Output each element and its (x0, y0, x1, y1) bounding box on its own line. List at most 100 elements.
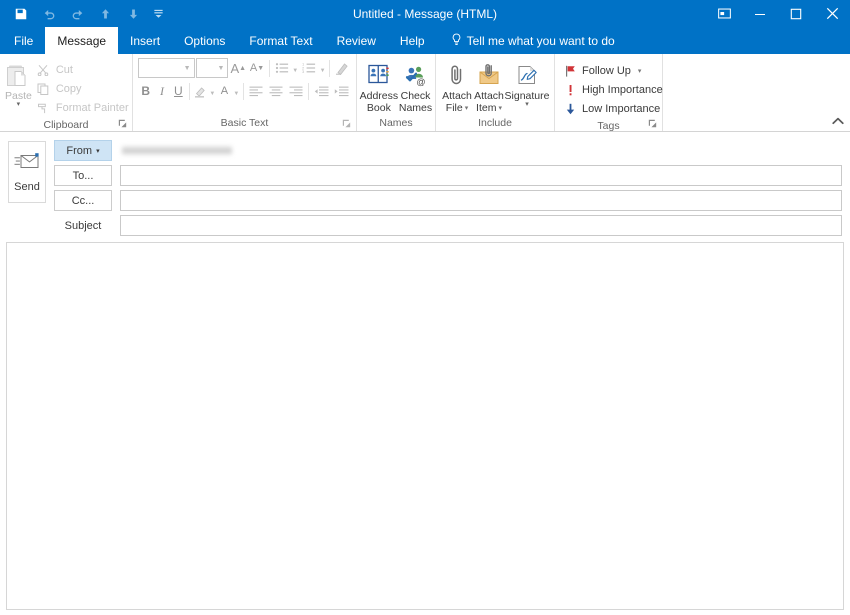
align-left-icon[interactable] (246, 81, 265, 101)
bullets-chevron-down-icon[interactable]: ▼ (291, 58, 299, 78)
address-book-label-1: Address (359, 90, 399, 102)
exclamation-icon (564, 84, 576, 96)
format-painter-button[interactable]: Format Painter (32, 98, 133, 117)
ribbon-group-tags: Follow Up ▾ High Importance Low Importan… (555, 54, 663, 132)
clear-formatting-icon[interactable] (333, 58, 351, 78)
tab-help[interactable]: Help (388, 27, 437, 54)
previous-item-icon[interactable] (92, 3, 118, 25)
svg-text:3: 3 (302, 69, 305, 74)
clipboard-commands: Cut Copy Format Painter (32, 58, 133, 117)
font-size-combobox[interactable]: ▼ (195, 58, 229, 78)
italic-button[interactable]: I (154, 81, 169, 101)
tell-me-label: Tell me what you want to do (466, 33, 615, 48)
attach-file-button[interactable]: Attach File ▾ (441, 58, 473, 114)
ribbon-display-options-icon[interactable] (706, 0, 742, 27)
title-bar: Untitled - Message (HTML) (0, 0, 850, 27)
ribbon: Paste ▾ Cut Copy Format Painter Clipboar… (0, 54, 850, 132)
to-label: To... (72, 169, 94, 182)
bullets-icon[interactable] (273, 58, 291, 78)
minimize-icon[interactable] (742, 0, 778, 27)
message-body-editor[interactable] (6, 242, 844, 610)
bold-button[interactable]: B (138, 81, 153, 101)
highlight-chevron-down-icon[interactable]: ▼ (209, 81, 216, 101)
attach-item-label-2: Item ▾ (476, 102, 502, 114)
tab-format-text[interactable]: Format Text (237, 27, 324, 54)
follow-up-label: Follow Up (582, 64, 631, 77)
from-button[interactable]: From ▾ (54, 140, 112, 161)
grow-font-button[interactable]: A ▲ (229, 58, 247, 78)
font-name-combobox[interactable]: ▼ (138, 58, 195, 78)
down-arrow-icon (564, 103, 576, 115)
tab-file[interactable]: File (2, 27, 45, 54)
numbering-icon[interactable]: 123 (300, 58, 318, 78)
ribbon-group-basic-text: ▼ ▼ A ▲ A ▼ ▼ 123 ▼ B I U ▼ A ▼ Basic Te… (133, 54, 357, 131)
from-row: From ▾ (54, 140, 842, 161)
lightbulb-icon (451, 33, 462, 49)
attach-item-button[interactable]: Attach Item ▾ (473, 58, 505, 114)
low-importance-button[interactable]: Low Importance (564, 99, 663, 118)
subject-input[interactable] (120, 215, 842, 236)
tab-review[interactable]: Review (325, 27, 388, 54)
high-importance-button[interactable]: High Importance (564, 80, 663, 99)
cut-button[interactable]: Cut (32, 60, 133, 79)
attach-file-caret[interactable]: ▾ (465, 103, 469, 114)
tags-group-label: Tags (597, 120, 620, 132)
collapse-ribbon-icon[interactable] (832, 117, 844, 128)
next-item-icon[interactable] (120, 3, 146, 25)
cc-row: Cc... (54, 190, 842, 211)
tell-me-search[interactable]: Tell me what you want to do (437, 27, 625, 54)
svg-text:@: @ (416, 77, 425, 87)
to-input[interactable] (120, 165, 842, 186)
send-envelope-icon (14, 152, 40, 176)
signature-caret[interactable]: ▾ (525, 101, 529, 108)
font-color-chevron-down-icon[interactable]: ▼ (233, 81, 240, 101)
check-names-button[interactable]: @ Check Names (399, 58, 432, 114)
check-names-label-2: Names (398, 102, 433, 114)
align-right-icon[interactable] (286, 81, 305, 101)
save-icon[interactable] (8, 3, 34, 25)
underline-button[interactable]: U (171, 81, 186, 101)
paperclip-icon (446, 60, 468, 90)
shrink-font-button[interactable]: A ▼ (248, 58, 266, 78)
decrease-indent-icon[interactable] (312, 81, 331, 101)
increase-indent-icon[interactable] (332, 81, 351, 101)
copy-icon (36, 83, 51, 95)
paste-button[interactable]: Paste ▾ (5, 58, 32, 108)
signature-button[interactable]: Signature ▾ (505, 58, 549, 108)
maximize-icon[interactable] (778, 0, 814, 27)
redo-icon[interactable] (64, 3, 90, 25)
names-group-label: Names (379, 117, 413, 129)
basic-text-dialog-launcher[interactable] (342, 119, 352, 129)
follow-up-button[interactable]: Follow Up ▾ (564, 61, 663, 80)
format-painter-label: Format Painter (55, 101, 129, 114)
font-name-chevron-down-icon: ▼ (183, 64, 191, 72)
clipboard-dialog-launcher[interactable] (118, 119, 128, 129)
subject-label: Subject (64, 219, 102, 232)
send-button[interactable]: Send (8, 141, 46, 203)
tab-message[interactable]: Message (45, 27, 119, 54)
cc-button[interactable]: Cc... (54, 190, 112, 211)
basic-text-row-1: ▼ ▼ A ▲ A ▼ ▼ 123 ▼ (138, 58, 351, 78)
tags-dialog-launcher[interactable] (648, 119, 658, 129)
follow-up-caret[interactable]: ▾ (638, 67, 642, 75)
ribbon-group-names: Address Book @ Check Names Names (357, 54, 436, 131)
divider (189, 82, 190, 100)
send-label: Send (14, 180, 40, 193)
cc-input[interactable] (120, 190, 842, 211)
attach-item-label-1: Attach (474, 90, 504, 102)
highlight-icon[interactable] (193, 81, 208, 101)
close-icon[interactable] (814, 0, 850, 27)
attach-file-label-1: Attach (442, 90, 472, 102)
customize-quick-access-icon[interactable] (148, 3, 168, 25)
to-button[interactable]: To... (54, 165, 112, 186)
address-book-button[interactable]: Address Book (360, 58, 398, 114)
paste-caret[interactable]: ▾ (17, 101, 21, 108)
numbering-chevron-down-icon[interactable]: ▼ (319, 58, 327, 78)
tab-options[interactable]: Options (172, 27, 237, 54)
align-center-icon[interactable] (266, 81, 285, 101)
tab-insert[interactable]: Insert (118, 27, 172, 54)
copy-button[interactable]: Copy (32, 79, 133, 98)
undo-icon[interactable] (36, 3, 62, 25)
attach-item-caret[interactable]: ▾ (498, 103, 502, 114)
font-color-icon[interactable]: A (217, 81, 232, 101)
